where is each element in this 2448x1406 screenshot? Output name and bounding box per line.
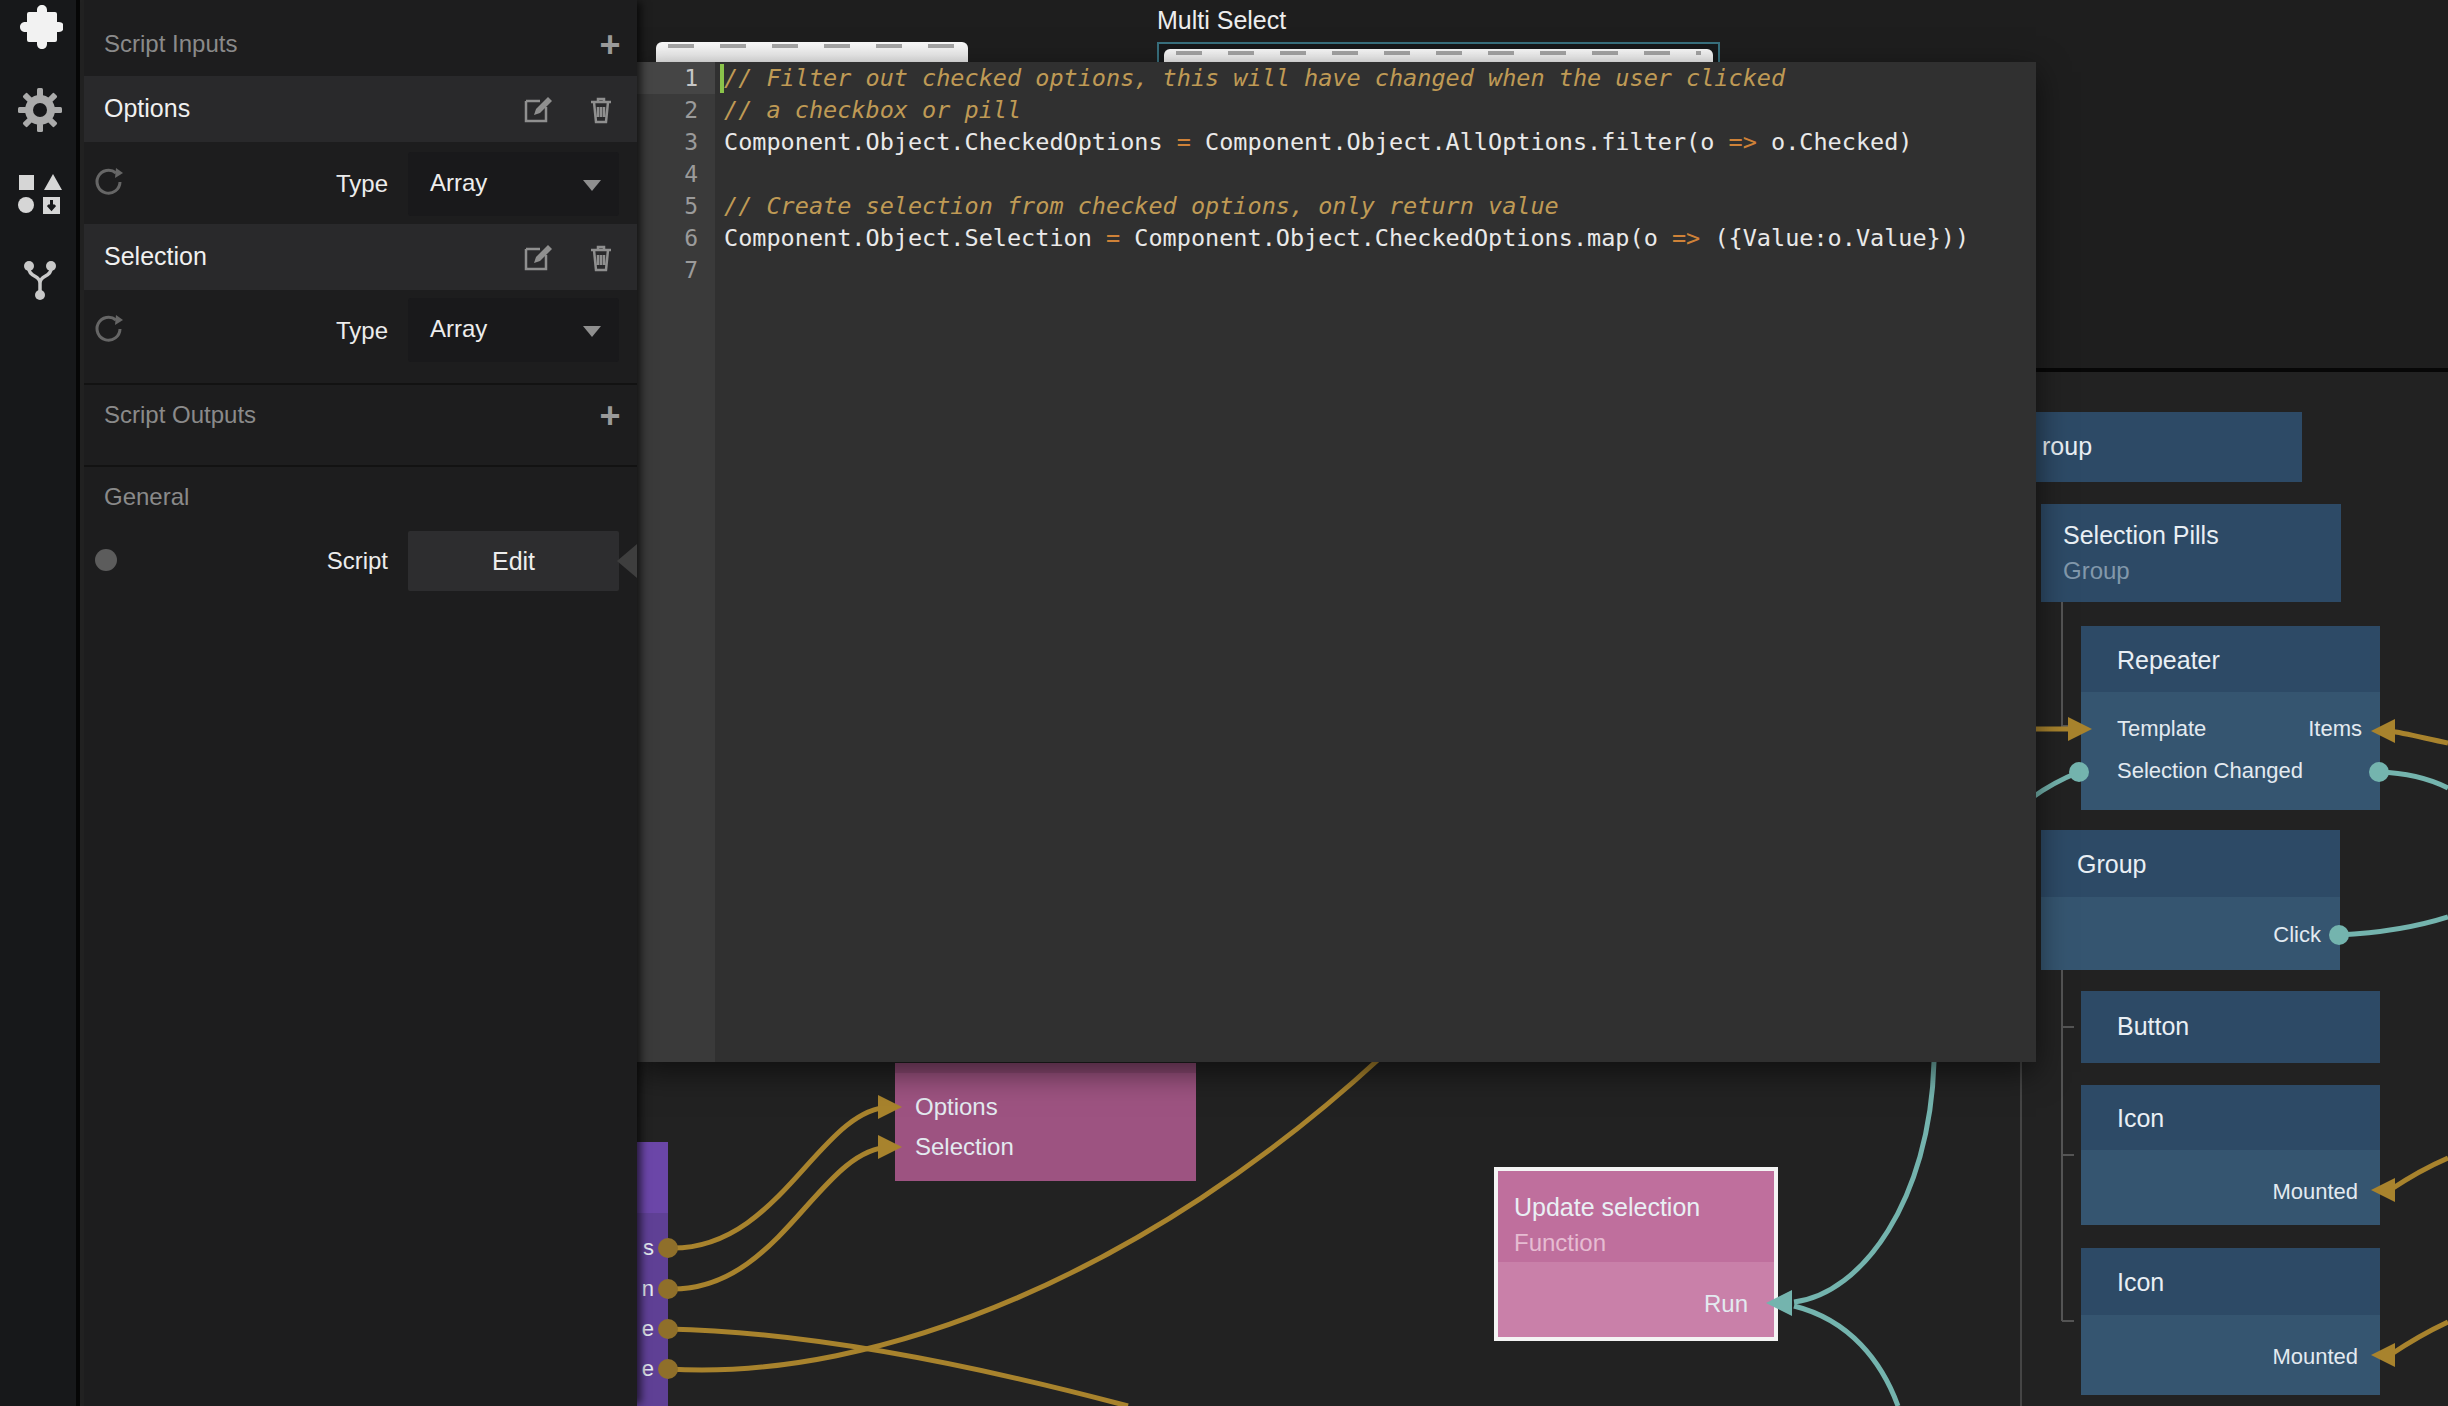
node-library-icon[interactable] <box>17 171 63 217</box>
input-name: Selection <box>104 242 207 271</box>
arrow-run <box>1766 1290 1792 1316</box>
delete-icon[interactable] <box>585 241 617 273</box>
properties-panel: Script Inputs + Options Type Array Selec… <box>84 0 637 1406</box>
arrow-icon2-mounted <box>2371 1343 2395 1367</box>
dot-click[interactable] <box>2329 925 2349 945</box>
popover-arrow <box>617 544 637 578</box>
input-row-selection[interactable]: Selection <box>84 224 637 290</box>
arrow-selection <box>878 1135 902 1159</box>
code-line[interactable]: // Filter out checked options, this will… <box>724 62 1785 94</box>
dot-selection-changed-right[interactable] <box>2369 762 2389 782</box>
code-editor[interactable]: 1234567 // Filter out checked options, t… <box>637 62 2036 1062</box>
code-line[interactable]: // a checkbox or pill <box>724 94 1021 126</box>
add-output-button[interactable]: + <box>592 395 628 437</box>
chevron-down-icon <box>583 180 601 191</box>
components-tab-icon[interactable] <box>17 4 63 50</box>
dot-purple-port-3[interactable] <box>658 1319 678 1339</box>
edit-icon[interactable] <box>522 241 554 273</box>
delete-icon[interactable] <box>585 93 617 125</box>
input-name: Options <box>104 94 190 123</box>
section-script-outputs: Script Outputs <box>104 401 256 429</box>
type-dropdown-selection[interactable]: Array <box>408 298 619 362</box>
type-label: Type <box>238 170 388 198</box>
add-input-button[interactable]: + <box>592 24 628 66</box>
type-dropdown-options[interactable]: Array <box>408 152 619 216</box>
edit-icon[interactable] <box>522 93 554 125</box>
arrow-options <box>878 1095 902 1119</box>
dropdown-value: Array <box>430 169 487 197</box>
dropdown-value: Array <box>430 315 487 343</box>
script-label: Script <box>238 547 388 575</box>
dot-purple-port-1[interactable] <box>658 1238 678 1258</box>
reset-icon[interactable] <box>92 167 124 199</box>
section-script-inputs: Script Inputs <box>104 30 237 58</box>
divider <box>84 383 637 385</box>
code-line[interactable]: Component.Object.Selection = Component.O… <box>724 222 1969 254</box>
edit-script-button[interactable]: Edit <box>408 531 619 591</box>
line-number: 5 <box>637 190 715 222</box>
code-line[interactable]: // Create selection from checked options… <box>724 190 1559 222</box>
arrow-items <box>2371 719 2395 743</box>
divider <box>84 465 637 467</box>
script-port-dot[interactable] <box>95 549 117 571</box>
editor-caret <box>720 64 724 93</box>
settings-gear-icon[interactable] <box>17 87 63 133</box>
line-number: 4 <box>637 158 715 190</box>
line-number: 7 <box>637 254 715 286</box>
line-number: 6 <box>637 222 715 254</box>
app-window: Multi Select <box>0 0 2448 1406</box>
dot-selection-changed-left[interactable] <box>2069 762 2089 782</box>
arrow-icon1-mounted <box>2371 1178 2395 1202</box>
code-line[interactable]: Component.Object.CheckedOptions = Compon… <box>724 126 1912 158</box>
editor-gutter: 1234567 <box>637 62 715 1062</box>
dot-purple-port-2[interactable] <box>658 1279 678 1299</box>
line-number: 2 <box>637 94 715 126</box>
teal-arrowheads <box>1766 1290 1792 1316</box>
reset-icon[interactable] <box>92 314 124 346</box>
arrow-template <box>2068 717 2092 741</box>
line-number: 1 <box>637 62 715 94</box>
dot-purple-port-4[interactable] <box>658 1359 678 1379</box>
icon-sidebar <box>0 0 80 1406</box>
version-control-icon[interactable] <box>17 255 63 301</box>
section-general: General <box>104 483 189 511</box>
line-number: 3 <box>637 126 715 158</box>
chevron-down-icon <box>583 326 601 337</box>
type-label: Type <box>238 317 388 345</box>
input-row-options[interactable]: Options <box>84 76 637 142</box>
